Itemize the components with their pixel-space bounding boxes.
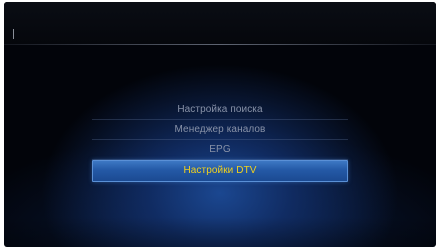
menu-item-dtv-settings[interactable]: Настройки DTV xyxy=(92,160,348,182)
menu-item-channel-manager[interactable]: Менеджер каналов xyxy=(92,120,348,140)
menu-item-search-setup[interactable]: Настройка поиска xyxy=(92,100,348,120)
header-divider xyxy=(4,44,436,45)
text-cursor xyxy=(13,29,14,39)
settings-menu: Настройка поиска Менеджер каналов EPG На… xyxy=(92,100,348,182)
tv-screen: Настройка поиска Менеджер каналов EPG На… xyxy=(4,2,436,247)
bottom-shade xyxy=(4,217,436,247)
header-bar xyxy=(4,2,436,44)
menu-item-epg[interactable]: EPG xyxy=(92,140,348,160)
